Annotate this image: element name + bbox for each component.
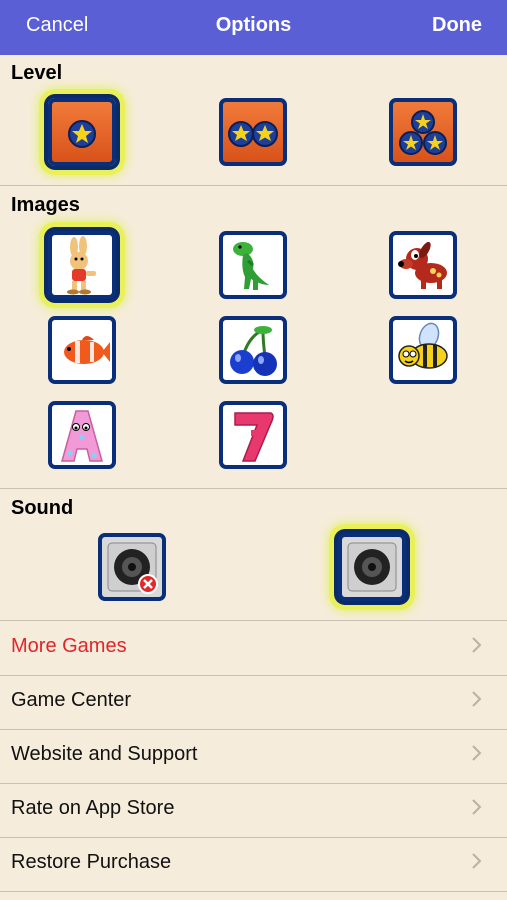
letter-a-icon — [61, 410, 103, 462]
section-divider — [0, 185, 507, 186]
images-section-title: Images — [11, 194, 80, 216]
more-games-label: More Games — [11, 635, 127, 657]
menu-row-more-games[interactable]: More Games — [0, 621, 507, 675]
clownfish-icon — [64, 336, 110, 364]
page-title: Options — [215, 14, 292, 36]
chevron-right-icon — [472, 799, 482, 815]
image-option-bee[interactable] — [389, 316, 457, 384]
speaker-muted-icon — [107, 542, 158, 594]
dog-icon — [398, 241, 447, 289]
chevron-right-icon — [472, 745, 482, 761]
done-button[interactable]: Done — [432, 14, 482, 37]
menu-row-game-center[interactable]: Game Center — [0, 675, 507, 729]
image-option-dinosaur[interactable] — [219, 231, 287, 299]
three-star-coins-icon — [399, 110, 447, 155]
chevron-right-icon — [472, 853, 482, 869]
level-section-title: Level — [11, 62, 63, 84]
section-divider — [0, 488, 507, 489]
rabbit-icon — [67, 236, 96, 295]
row-divider — [0, 891, 507, 892]
image-option-rabbit[interactable] — [48, 231, 116, 299]
sound-on-option[interactable] — [338, 533, 406, 601]
restore-purchase-label: Restore Purchase — [11, 851, 172, 873]
speaker-on-icon — [347, 542, 397, 592]
menu-row-website-support[interactable]: Website and Support — [0, 729, 507, 783]
two-star-coins-icon — [228, 121, 278, 147]
image-option-cherries[interactable] — [219, 316, 287, 384]
level-option-three[interactable] — [389, 98, 457, 166]
navigation-bar: Cancel Options Done — [0, 0, 507, 55]
image-option-letter-a[interactable] — [48, 401, 116, 469]
rate-app-label: Rate on App Store — [11, 797, 175, 819]
chevron-right-icon — [472, 691, 482, 707]
website-support-label: Website and Support — [11, 743, 198, 765]
level-option-two[interactable] — [219, 98, 287, 166]
bee-icon — [398, 322, 448, 369]
chevron-right-icon — [472, 637, 482, 653]
sound-section-title: Sound — [11, 497, 74, 519]
menu-row-rate-app[interactable]: Rate on App Store — [0, 783, 507, 837]
number-seven-icon — [234, 412, 274, 462]
image-option-clownfish[interactable] — [48, 316, 116, 384]
image-option-dog[interactable] — [389, 231, 457, 299]
one-star-coin-icon — [68, 120, 96, 148]
game-center-label: Game Center — [11, 689, 132, 711]
dinosaur-icon — [233, 242, 269, 290]
image-option-number-seven[interactable] — [219, 401, 287, 469]
cherries-icon — [230, 326, 277, 376]
level-option-one[interactable] — [48, 98, 116, 166]
menu-row-restore-purchase[interactable]: Restore Purchase — [0, 837, 507, 891]
sound-off-option[interactable] — [98, 533, 166, 601]
